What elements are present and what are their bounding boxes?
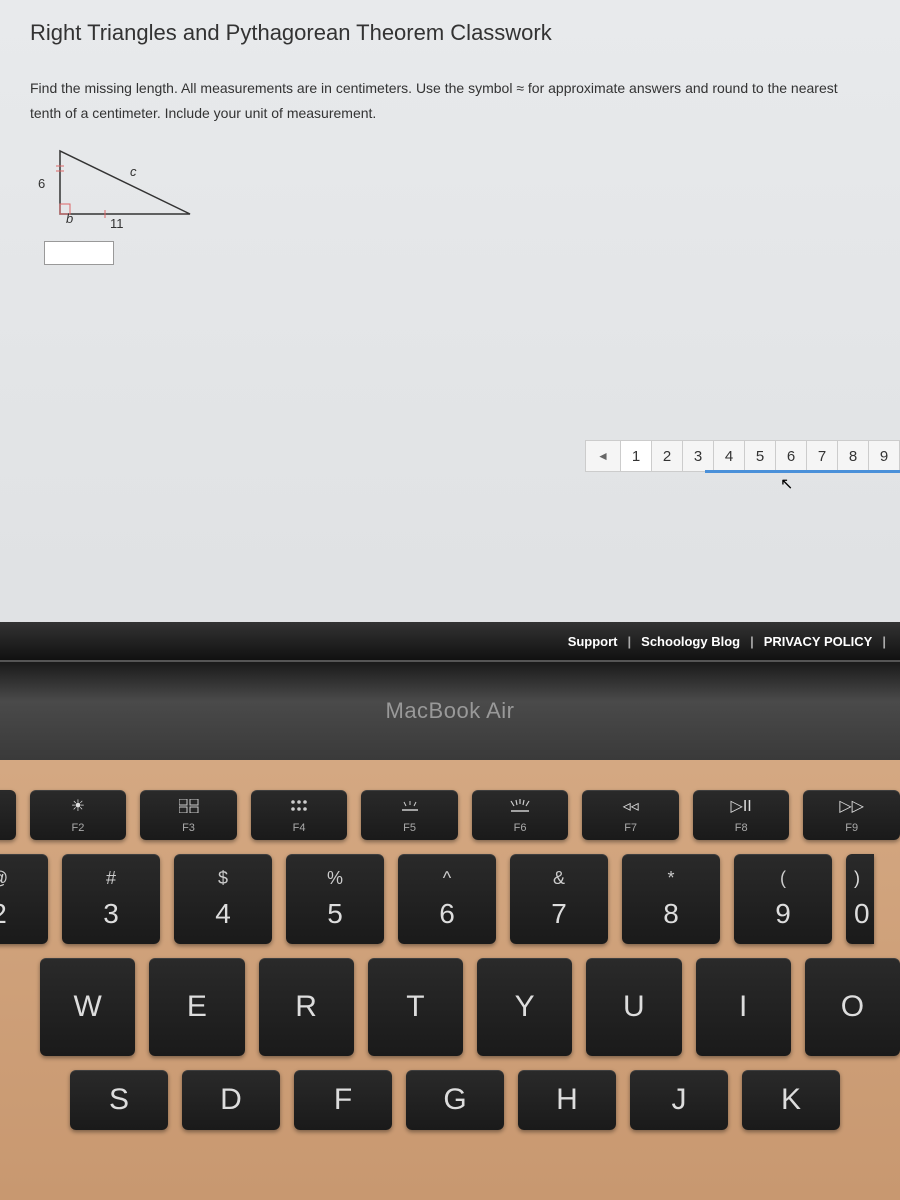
key-s[interactable]: S	[70, 1070, 168, 1130]
key-f7[interactable]: ◃◃ F7	[582, 790, 679, 840]
footer-link-support[interactable]: Support	[568, 634, 618, 649]
key-3[interactable]: # 3	[62, 854, 160, 944]
key-h[interactable]: H	[518, 1070, 616, 1130]
page-button-1[interactable]: 1	[620, 440, 652, 472]
key-k[interactable]: K	[742, 1070, 840, 1130]
label-base: b	[66, 211, 73, 226]
pagination: ◄ 1 2 3 4 5 6 ↖ 7 8 9	[586, 440, 900, 472]
page-button-6[interactable]: 6	[775, 440, 807, 472]
keyboard-backlight-down-icon	[400, 796, 420, 816]
footer-sep: |	[628, 634, 632, 649]
answer-input[interactable]	[44, 241, 114, 265]
footer-link-blog[interactable]: Schoology Blog	[641, 634, 740, 649]
key-7[interactable]: & 7	[510, 854, 608, 944]
launchpad-icon	[290, 796, 308, 816]
key-9[interactable]: ( 9	[734, 854, 832, 944]
key-f3[interactable]: F3	[140, 790, 237, 840]
mission-control-icon	[179, 796, 199, 816]
key-6[interactable]: ^ 6	[398, 854, 496, 944]
keyboard-deck: ☀ F2 F3 F4 F5 F6 ◃◃	[0, 760, 900, 1200]
page-underline	[705, 470, 900, 473]
key-8[interactable]: * 8	[622, 854, 720, 944]
key-y[interactable]: Y	[477, 958, 572, 1056]
brightness-up-icon: ☀	[71, 796, 85, 816]
key-i[interactable]: I	[696, 958, 791, 1056]
key-2[interactable]: @ 2	[0, 854, 48, 944]
key-f2[interactable]: ☀ F2	[30, 790, 127, 840]
page-button-9[interactable]: 9	[868, 440, 900, 472]
footer-bar: Support | Schoology Blog | PRIVACY POLIC…	[0, 622, 900, 660]
screen-content: Right Triangles and Pythagorean Theorem …	[0, 0, 900, 660]
key-d[interactable]: D	[182, 1070, 280, 1130]
page-button-4[interactable]: 4	[713, 440, 745, 472]
key-f5[interactable]: F5	[361, 790, 458, 840]
page-prev-button[interactable]: ◄	[585, 440, 621, 472]
label-vertical-leg: 6	[38, 176, 45, 191]
page-button-3[interactable]: 3	[682, 440, 714, 472]
key-u[interactable]: U	[586, 958, 681, 1056]
page-button-2[interactable]: 2	[651, 440, 683, 472]
number-row: @ 2 # 3 $ 4 % 5 ^ 6 & 7 * 8 ( 9	[0, 854, 900, 944]
page-button-5[interactable]: 5	[744, 440, 776, 472]
keyboard-backlight-up-icon	[509, 796, 531, 816]
key-4[interactable]: $ 4	[174, 854, 272, 944]
label-horizontal-leg: 11	[110, 216, 124, 231]
footer-sep: |	[750, 634, 754, 649]
page-button-8[interactable]: 8	[837, 440, 869, 472]
key-f8[interactable]: ▷II F8	[693, 790, 790, 840]
laptop-bezel: MacBook Air	[0, 660, 900, 760]
fn-row: ☀ F2 F3 F4 F5 F6 ◃◃	[0, 790, 900, 840]
key-f9[interactable]: ▷▷ F9	[803, 790, 900, 840]
footer-link-privacy[interactable]: PRIVACY POLICY	[764, 634, 873, 649]
play-pause-icon: ▷II	[731, 796, 752, 816]
key-0-partial[interactable]: ) 0	[846, 854, 874, 944]
cursor-icon: ↖	[780, 474, 793, 494]
key-partial-left[interactable]	[0, 790, 16, 840]
page-title: Right Triangles and Pythagorean Theorem …	[30, 20, 870, 46]
key-w[interactable]: W	[40, 958, 135, 1056]
footer-sep: |	[882, 634, 886, 649]
key-j[interactable]: J	[630, 1070, 728, 1130]
key-5[interactable]: % 5	[286, 854, 384, 944]
key-f6[interactable]: F6	[472, 790, 569, 840]
key-o[interactable]: O	[805, 958, 900, 1056]
key-f4[interactable]: F4	[251, 790, 348, 840]
label-hypotenuse: c	[130, 164, 137, 179]
qwerty-row: W E R T Y U I O	[0, 958, 900, 1056]
key-e[interactable]: E	[149, 958, 244, 1056]
triangle-diagram: 6 c b 11	[30, 146, 210, 276]
fast-forward-icon: ▷▷	[839, 796, 864, 816]
key-f[interactable]: F	[294, 1070, 392, 1130]
key-g[interactable]: G	[406, 1070, 504, 1130]
rewind-icon: ◃◃	[623, 796, 639, 816]
key-t[interactable]: T	[368, 958, 463, 1056]
key-r[interactable]: R	[259, 958, 354, 1056]
laptop-name: MacBook Air	[386, 698, 515, 724]
instructions-text: Find the missing length. All measurement…	[30, 76, 870, 126]
page-button-7[interactable]: 7	[806, 440, 838, 472]
asdf-row: S D F G H J K	[0, 1070, 900, 1130]
